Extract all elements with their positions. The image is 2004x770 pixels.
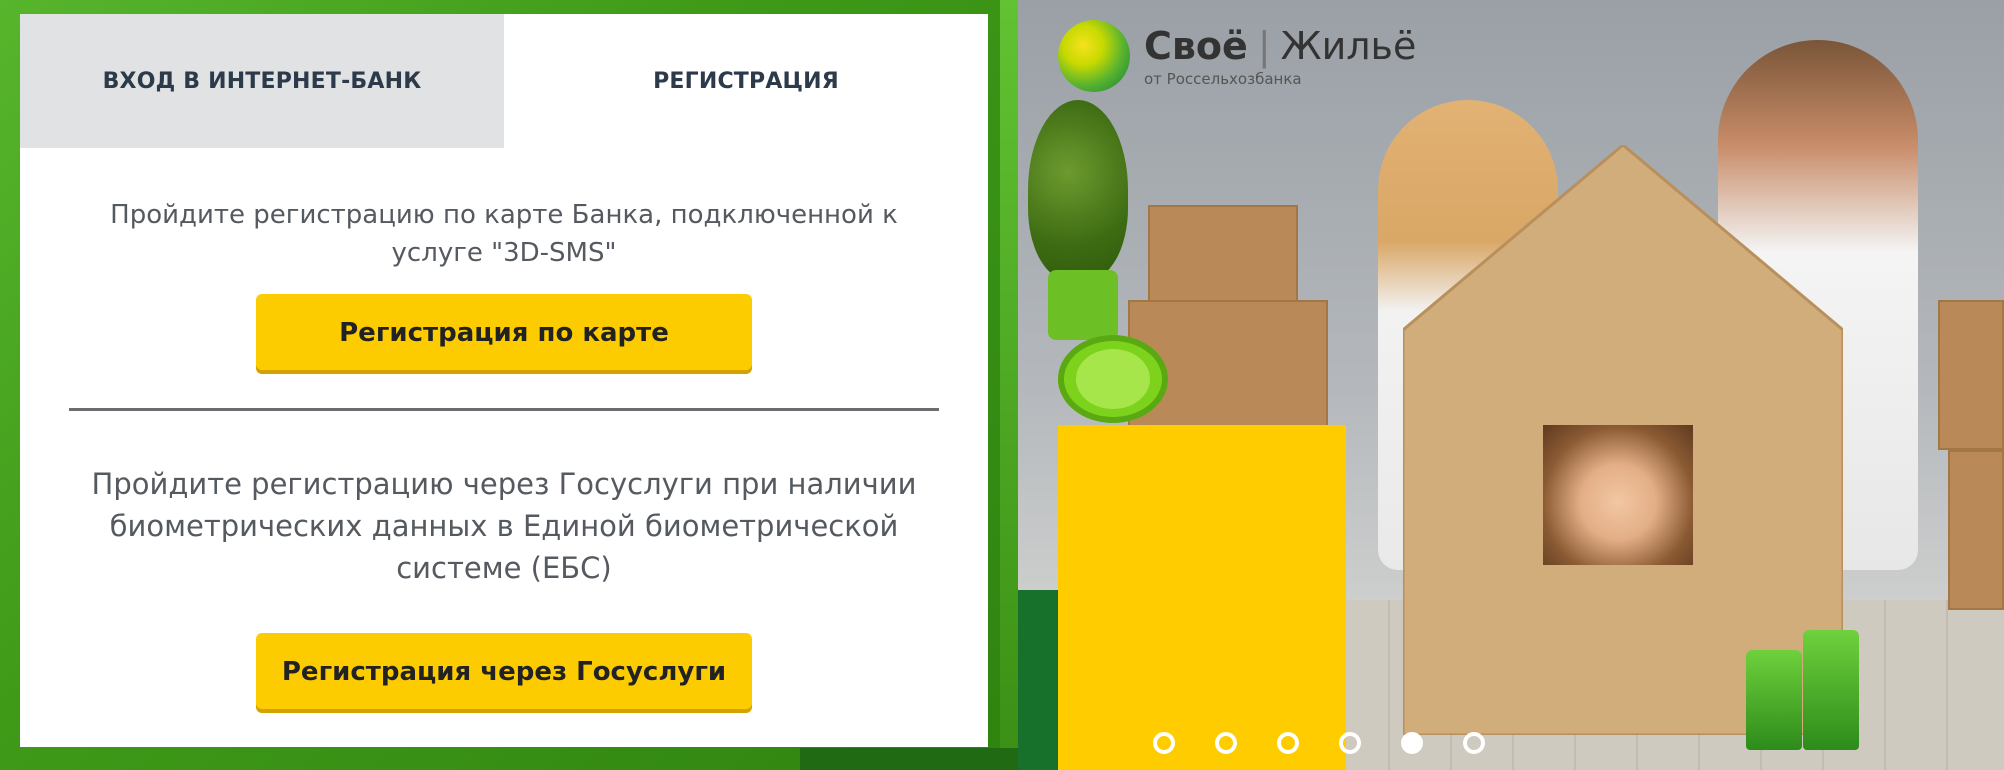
auth-tabs: ВХОД В ИНТЕРНЕТ-БАНК РЕГИСТРАЦИЯ <box>20 14 988 148</box>
carousel-dots <box>1153 732 1485 754</box>
child-photo <box>1543 425 1693 565</box>
logo-title: Своё | Жильё <box>1144 24 1417 68</box>
logo-mark-icon <box>1058 20 1130 92</box>
promo-banner[interactable]: Своё | Жильё от Россельхозбанка <box>1018 0 2004 770</box>
background-dark-strip <box>800 748 1030 770</box>
logo-subtitle: от Россельхозбанка <box>1144 70 1302 88</box>
card-registration-text: Пройдите регистрацию по карте Банка, под… <box>110 200 898 268</box>
register-by-card-button[interactable]: Регистрация по карте <box>256 294 752 370</box>
tab-registration[interactable]: РЕГИСТРАЦИЯ <box>504 14 988 148</box>
carousel-dot-2[interactable] <box>1215 732 1237 754</box>
plant-image <box>1028 100 1128 280</box>
divider <box>69 408 939 411</box>
carousel-dot-5[interactable] <box>1401 732 1423 754</box>
paint-can-image <box>1746 650 1802 750</box>
gosuslugi-registration-text: Пройдите регистрацию через Госуслуги при… <box>91 467 917 585</box>
tab-internet-bank-login[interactable]: ВХОД В ИНТЕРНЕТ-БАНК <box>20 14 504 148</box>
carousel-dot-3[interactable] <box>1277 732 1299 754</box>
carousel-dot-6[interactable] <box>1463 732 1485 754</box>
cardboard-box <box>1948 450 2004 610</box>
cardboard-box <box>1938 300 2004 450</box>
cardboard-box <box>1148 205 1298 305</box>
clock-image <box>1058 335 1168 423</box>
auth-panel: ВХОД В ИНТЕРНЕТ-БАНК РЕГИСТРАЦИЯ Пройдит… <box>20 14 988 747</box>
register-via-gosuslugi-button[interactable]: Регистрация через Госуслуги <box>256 633 752 709</box>
promo-yellow-block <box>1058 425 1346 770</box>
plant-pot-image <box>1048 270 1118 340</box>
registration-section: Пройдите регистрацию по карте Банка, под… <box>20 196 988 709</box>
paint-can-image <box>1803 630 1859 750</box>
svoe-zhilie-logo[interactable]: Своё | Жильё от Россельхозбанка <box>1058 20 1416 92</box>
carousel-dot-4[interactable] <box>1339 732 1361 754</box>
carousel-dot-1[interactable] <box>1153 732 1175 754</box>
